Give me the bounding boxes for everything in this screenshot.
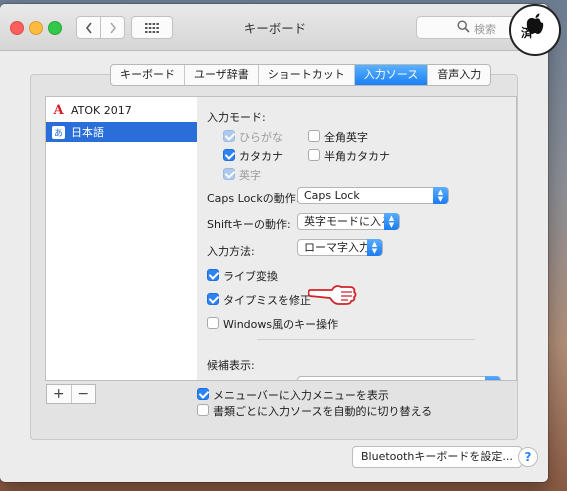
grid-icon xyxy=(145,22,159,33)
mode-halfwidth-katakana-checkbox[interactable] xyxy=(308,149,320,161)
live-conversion-checkbox[interactable] xyxy=(207,269,219,281)
add-source-button[interactable]: + xyxy=(47,385,72,403)
search-icon xyxy=(457,20,470,33)
zoom-button[interactable] xyxy=(48,21,62,35)
input-method-value: ローマ字入力 xyxy=(304,241,370,254)
window-title: キーボード xyxy=(243,21,307,36)
chevron-left-icon xyxy=(85,22,92,33)
mode-katakana-label: カタカナ xyxy=(239,150,283,163)
divider xyxy=(257,339,475,340)
mode-halfwidth-katakana-label: 半角カタカナ xyxy=(324,150,390,163)
popup-arrows-icon: ▲ ▼ xyxy=(367,239,382,256)
auto-switch-checkbox[interactable] xyxy=(197,404,209,416)
titlebar: キーボード 検索 xyxy=(0,4,548,51)
logo-text: 済 xyxy=(521,26,534,40)
tab-input-sources[interactable]: 入力ソース xyxy=(354,65,429,85)
auto-switch-label: 書類ごとに入力ソースを自動的に切り替える xyxy=(213,405,433,418)
mode-roman-label: 英字 xyxy=(239,169,261,182)
add-remove-control: + − xyxy=(46,384,96,404)
candidate-popup-partial[interactable] xyxy=(297,376,501,380)
site-logo: 済 xyxy=(509,4,561,56)
tab-shortcuts[interactable]: ショートカット xyxy=(259,65,355,85)
popup-arrows-icon xyxy=(485,376,500,380)
source-label: ATOK 2017 xyxy=(71,103,132,117)
caps-lock-popup[interactable]: Caps Lock ▲ ▼ xyxy=(297,187,449,204)
mode-hiragana-label: ひらがな xyxy=(239,131,283,144)
remove-source-button[interactable]: − xyxy=(72,385,96,403)
setup-bluetooth-keyboard-button[interactable]: Bluetoothキーボードを設定... xyxy=(352,446,522,468)
source-details-pane: 入力モード: ひらがな 全角英字 カタカナ 半角カタカナ 英字 Caps Loc… xyxy=(197,96,517,381)
show-all-button[interactable] xyxy=(131,16,173,39)
show-input-menu-label: メニューバーに入力メニューを表示 xyxy=(213,389,389,402)
shift-key-popup[interactable]: 英字モードに入る ▲ ▼ xyxy=(297,213,400,230)
input-method-label: 入力方法: xyxy=(207,245,255,258)
tab-bar: キーボード ユーザ辞書 ショートカット 入力ソース 音声入力 xyxy=(110,64,492,86)
typo-correction-checkbox[interactable] xyxy=(207,293,219,305)
search-placeholder: 検索 xyxy=(474,23,496,36)
close-button[interactable] xyxy=(10,21,24,35)
tab-user-dictionary[interactable]: ユーザ辞書 xyxy=(185,65,259,85)
windows-keys-label: Windows風のキー操作 xyxy=(223,318,339,331)
windows-keys-checkbox[interactable] xyxy=(207,317,219,329)
typo-correction-label: タイプミスを修正 xyxy=(223,294,311,307)
shift-key-value: 英字モードに入る xyxy=(304,215,392,228)
keyboard-preferences-window: キーボード 検索 キーボード ユーザ辞書 ショートカット 入力ソース 音声入力 … xyxy=(0,4,548,482)
mode-hiragana-checkbox xyxy=(223,130,235,142)
list-item-japanese[interactable]: あ 日本語 xyxy=(46,122,197,142)
caps-lock-label: Caps Lockの動作: xyxy=(207,192,300,205)
japanese-input-icon: あ xyxy=(52,125,65,139)
mode-fullwidth-roman-checkbox[interactable] xyxy=(308,130,320,142)
minimize-button[interactable] xyxy=(29,21,43,35)
caps-lock-value: Caps Lock xyxy=(304,189,360,202)
show-input-menu-checkbox[interactable] xyxy=(197,388,209,400)
atok-icon: A xyxy=(53,102,64,118)
tab-dictation[interactable]: 音声入力 xyxy=(428,65,490,85)
input-method-popup[interactable]: ローマ字入力 ▲ ▼ xyxy=(297,239,383,256)
list-item-atok[interactable]: A ATOK 2017 xyxy=(46,100,197,120)
shift-key-label: Shiftキーの動作: xyxy=(207,218,291,231)
forward-button[interactable] xyxy=(100,16,125,39)
source-label: 日本語 xyxy=(71,126,104,139)
pointing-hand-icon xyxy=(308,285,357,305)
help-button[interactable]: ? xyxy=(518,447,538,467)
candidates-heading: 候補表示: xyxy=(207,359,255,372)
popup-arrows-icon: ▲ ▼ xyxy=(384,213,399,230)
mode-katakana-checkbox[interactable] xyxy=(223,149,235,161)
chevron-right-icon xyxy=(109,22,116,33)
mode-roman-checkbox xyxy=(223,168,235,180)
input-modes-heading: 入力モード: xyxy=(207,111,266,124)
input-source-list: A ATOK 2017 あ 日本語 xyxy=(45,96,198,381)
back-button[interactable] xyxy=(76,16,101,39)
mode-fullwidth-roman-label: 全角英字 xyxy=(324,131,368,144)
live-conversion-label: ライブ変換 xyxy=(223,270,278,283)
popup-arrows-icon: ▲ ▼ xyxy=(433,187,448,204)
tab-keyboard[interactable]: キーボード xyxy=(111,65,185,85)
